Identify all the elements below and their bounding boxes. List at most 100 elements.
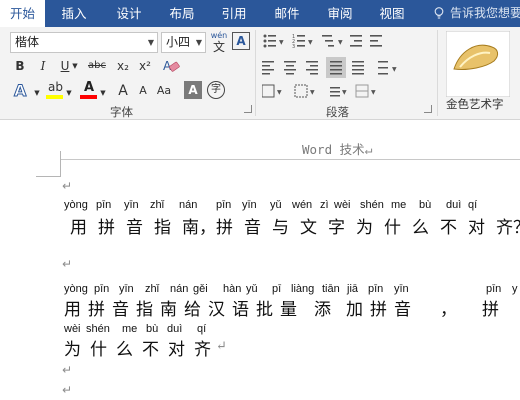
pinyin-syllable: qí bbox=[197, 323, 207, 335]
pinyin-syllable: yòng bbox=[64, 199, 88, 211]
margin-corner-mark bbox=[36, 176, 61, 177]
hanzi-char: 音 bbox=[112, 300, 129, 320]
hanzi-char: 为 bbox=[356, 218, 373, 238]
hanzi-char: 批 bbox=[256, 300, 273, 320]
chevron-down-icon[interactable]: ▼ bbox=[98, 83, 108, 103]
hanzi-char: 拼 bbox=[482, 300, 499, 320]
pinyin-syllable: yīn bbox=[119, 283, 134, 295]
pinyin-syllable: yòng bbox=[64, 283, 88, 295]
pinyin-syllable: qí bbox=[468, 199, 478, 211]
svg-text:3: 3 bbox=[292, 44, 295, 50]
group-separator bbox=[255, 30, 256, 116]
font-size-combo[interactable]: 小四 ▼ bbox=[161, 32, 206, 53]
hanzi-char: 拼 bbox=[98, 218, 115, 238]
pinyin-syllable: nán bbox=[179, 199, 198, 211]
font-dialog-launcher-icon[interactable] bbox=[244, 105, 252, 113]
pinyin-syllable: me bbox=[122, 323, 138, 335]
hanzi-char: 量 bbox=[280, 300, 297, 320]
pinyin-syllable: hàn bbox=[223, 283, 242, 295]
chevron-down-icon[interactable]: ▼ bbox=[70, 56, 80, 76]
bold-button[interactable]: B bbox=[10, 56, 30, 76]
page-header-text[interactable]: Word 技术↵ bbox=[302, 139, 372, 158]
pinyin-syllable: wèi bbox=[334, 199, 351, 211]
tab-home[interactable]: 开始 bbox=[0, 0, 45, 27]
paragraph-tools-icons: ▼ 1 2 3 ▼ ▼ ▼ ▼ ▼ ▼ ▼ bbox=[262, 34, 397, 98]
pinyin-syllable: nán bbox=[170, 283, 189, 295]
font-name-combo[interactable]: 楷体 ▼ bbox=[10, 32, 158, 53]
chevron-down-icon[interactable]: ▼ bbox=[148, 33, 154, 52]
pinyin-syllable: pīn bbox=[368, 283, 384, 295]
paragraph-mark: ↵ bbox=[216, 339, 227, 354]
hanzi-char: 齐 bbox=[194, 340, 211, 360]
subscript-button[interactable]: x₂ bbox=[113, 56, 133, 76]
char-shading-button[interactable]: A bbox=[184, 81, 202, 99]
clear-formatting-icon[interactable]: A bbox=[162, 58, 180, 74]
paragraph-mark: ↵ bbox=[364, 143, 373, 158]
hanzi-char: 么 bbox=[412, 218, 429, 238]
grow-font-button[interactable]: A bbox=[113, 81, 133, 101]
shrink-font-button[interactable]: A bbox=[133, 81, 153, 101]
text-effects-icon[interactable]: A bbox=[12, 81, 32, 99]
ruby-line-2[interactable]: yòng pīn yīn zhǐ nán gěi hàn yǔ pī liàng tiān jiā pī… bbox=[0, 283, 520, 325]
hanzi-char: 加 bbox=[346, 300, 363, 320]
group-separator bbox=[437, 30, 438, 116]
pinyin-syllable: pīn bbox=[94, 283, 110, 295]
font-color-icon: A bbox=[84, 80, 95, 95]
italic-button[interactable]: I bbox=[33, 56, 53, 76]
wordart-style-label: 金色艺术字 bbox=[446, 97, 504, 111]
strikethrough-button[interactable]: abc bbox=[84, 56, 110, 76]
hanzi-char: 给 bbox=[184, 300, 201, 320]
header-text: Word 技术 bbox=[302, 142, 365, 157]
hanzi-char: 汉 bbox=[208, 300, 225, 320]
pinyin-syllable: wèi bbox=[64, 323, 81, 335]
chevron-down-icon[interactable]: ▼ bbox=[64, 83, 74, 103]
pinyin-syllable: tiān bbox=[322, 283, 340, 295]
paragraph-mark: ↵ bbox=[62, 257, 73, 271]
tab-review[interactable]: 审阅 bbox=[316, 0, 364, 27]
chevron-down-icon[interactable]: ▼ bbox=[32, 83, 42, 103]
tell-me-search[interactable]: 告诉我您想要 bbox=[450, 0, 520, 27]
hanzi-char: 指 bbox=[136, 300, 153, 320]
group-label-paragraph: 段落 bbox=[326, 105, 349, 119]
hanzi-char: 不 bbox=[440, 218, 457, 238]
hanzi-char: 添 bbox=[314, 300, 331, 320]
svg-text:▼: ▼ bbox=[310, 89, 315, 96]
hanzi-char: 与 bbox=[272, 218, 289, 238]
ruby-line-1[interactable]: yòng pīn yīn zhǐ nán pīn yīn yǔ wén zì wèi shén me bù… bbox=[0, 199, 520, 241]
hanzi-char: 拼 bbox=[370, 300, 387, 320]
svg-text:▼: ▼ bbox=[279, 39, 284, 46]
pinyin-syllable: gěi bbox=[193, 283, 208, 295]
highlight-button[interactable]: ab bbox=[46, 80, 64, 100]
pinyin-syllable: zhǐ bbox=[150, 199, 165, 211]
char-border-button[interactable]: A bbox=[232, 32, 250, 50]
superscript-button[interactable]: x² bbox=[135, 56, 155, 76]
hanzi-char: 音 bbox=[394, 300, 411, 320]
font-color-button[interactable]: A bbox=[80, 80, 98, 100]
change-case-button[interactable]: Aa bbox=[154, 81, 174, 101]
tab-view[interactable]: 视图 bbox=[368, 0, 416, 27]
tab-references[interactable]: 引用 bbox=[210, 0, 258, 27]
svg-text:▼: ▼ bbox=[392, 66, 397, 73]
gold-wordart-thumbnail[interactable] bbox=[446, 31, 510, 97]
pinyin-syllable: bù bbox=[146, 323, 159, 335]
pinyin-syllable: y bbox=[512, 283, 518, 295]
enclose-chars-button[interactable]: 字 bbox=[207, 81, 225, 99]
document-page[interactable]: Word 技术↵ ↵ yòng pīn yīn zhǐ nán pīn yīn yǔ wén zì… bbox=[0, 121, 520, 400]
pinyin-syllable: yīn bbox=[242, 199, 257, 211]
phonetic-guide-button[interactable]: wén 文 bbox=[209, 31, 229, 55]
tab-layout[interactable]: 布局 bbox=[158, 0, 206, 27]
tab-insert[interactable]: 插入 bbox=[50, 0, 98, 27]
ribbon-tab-bar: 开始 插入 设计 布局 引用 邮件 审阅 视图 告诉我您想要 bbox=[0, 0, 520, 27]
tab-mailings[interactable]: 邮件 bbox=[263, 0, 311, 27]
hanzi-char: 齐？ bbox=[496, 218, 520, 238]
ribbon-home: 楷体 ▼ 小四 ▼ wén 文 A B I U ▼ abc x₂ x² A A … bbox=[0, 27, 520, 120]
paragraph-dialog-launcher-icon[interactable] bbox=[424, 105, 432, 113]
tab-design[interactable]: 设计 bbox=[105, 0, 153, 27]
hanzi-char: 对 bbox=[468, 218, 485, 238]
ruby-line-3[interactable]: wèi shén me bù duì qí 为什么不对齐 ↵ bbox=[0, 323, 520, 365]
svg-text:▼: ▼ bbox=[371, 89, 376, 96]
font-size-value: 小四 bbox=[166, 35, 191, 49]
header-divider bbox=[61, 159, 520, 160]
pinyin-syllable: shén bbox=[86, 323, 110, 335]
chevron-down-icon[interactable]: ▼ bbox=[196, 33, 202, 52]
